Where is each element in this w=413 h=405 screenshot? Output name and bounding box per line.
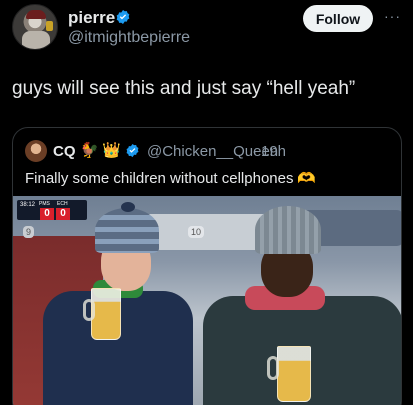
seat-number-center: 10	[188, 226, 205, 238]
author-avatar[interactable]	[12, 4, 58, 50]
crown-emoji: 👑	[102, 142, 121, 159]
author-handle[interactable]: @itmightbepierre	[68, 29, 190, 47]
quoted-tweet-photo[interactable]: 9 10 38:12 PMS ECH 0 0	[13, 196, 401, 405]
verified-badge-icon	[116, 10, 130, 24]
tweet-text: guys will see this and just say “hell ye…	[12, 78, 356, 99]
quoted-author-avatar	[25, 140, 47, 162]
follow-button[interactable]: Follow	[303, 5, 373, 32]
rooster-emoji: 🐓	[80, 142, 99, 159]
scoreboard-clock: 38:12	[20, 202, 36, 208]
quoted-tweet-card[interactable]: CQ 🐓 👑 @Chicken__Queen · 19h Finally som…	[12, 127, 402, 405]
quoted-verified-badge-icon	[126, 143, 139, 158]
scoreboard-score-2: 0	[56, 208, 70, 220]
seat-number-left: 9	[23, 226, 35, 238]
scoreboard-team-1: PMS	[39, 201, 50, 207]
quoted-tweet-text: Finally some children without cellphones	[25, 170, 294, 187]
quoted-author-display-name: CQ	[53, 143, 76, 160]
scoreboard-team-2: ECH	[57, 201, 68, 207]
quoted-tweet-time: 19h	[261, 143, 287, 160]
heart-hands-emoji: 🫶	[297, 170, 316, 187]
scoreboard: 38:12 PMS ECH 0 0	[17, 200, 87, 220]
time-separator: ·	[252, 143, 257, 160]
scoreboard-score-1: 0	[40, 208, 54, 220]
quoted-author-handle: @Chicken__Queen	[147, 143, 279, 160]
author-display-name[interactable]: pierre	[68, 8, 115, 28]
tweet: pierre @itmightbepierre Follow ··· guys …	[0, 0, 413, 405]
more-options-icon[interactable]: ···	[384, 8, 401, 24]
